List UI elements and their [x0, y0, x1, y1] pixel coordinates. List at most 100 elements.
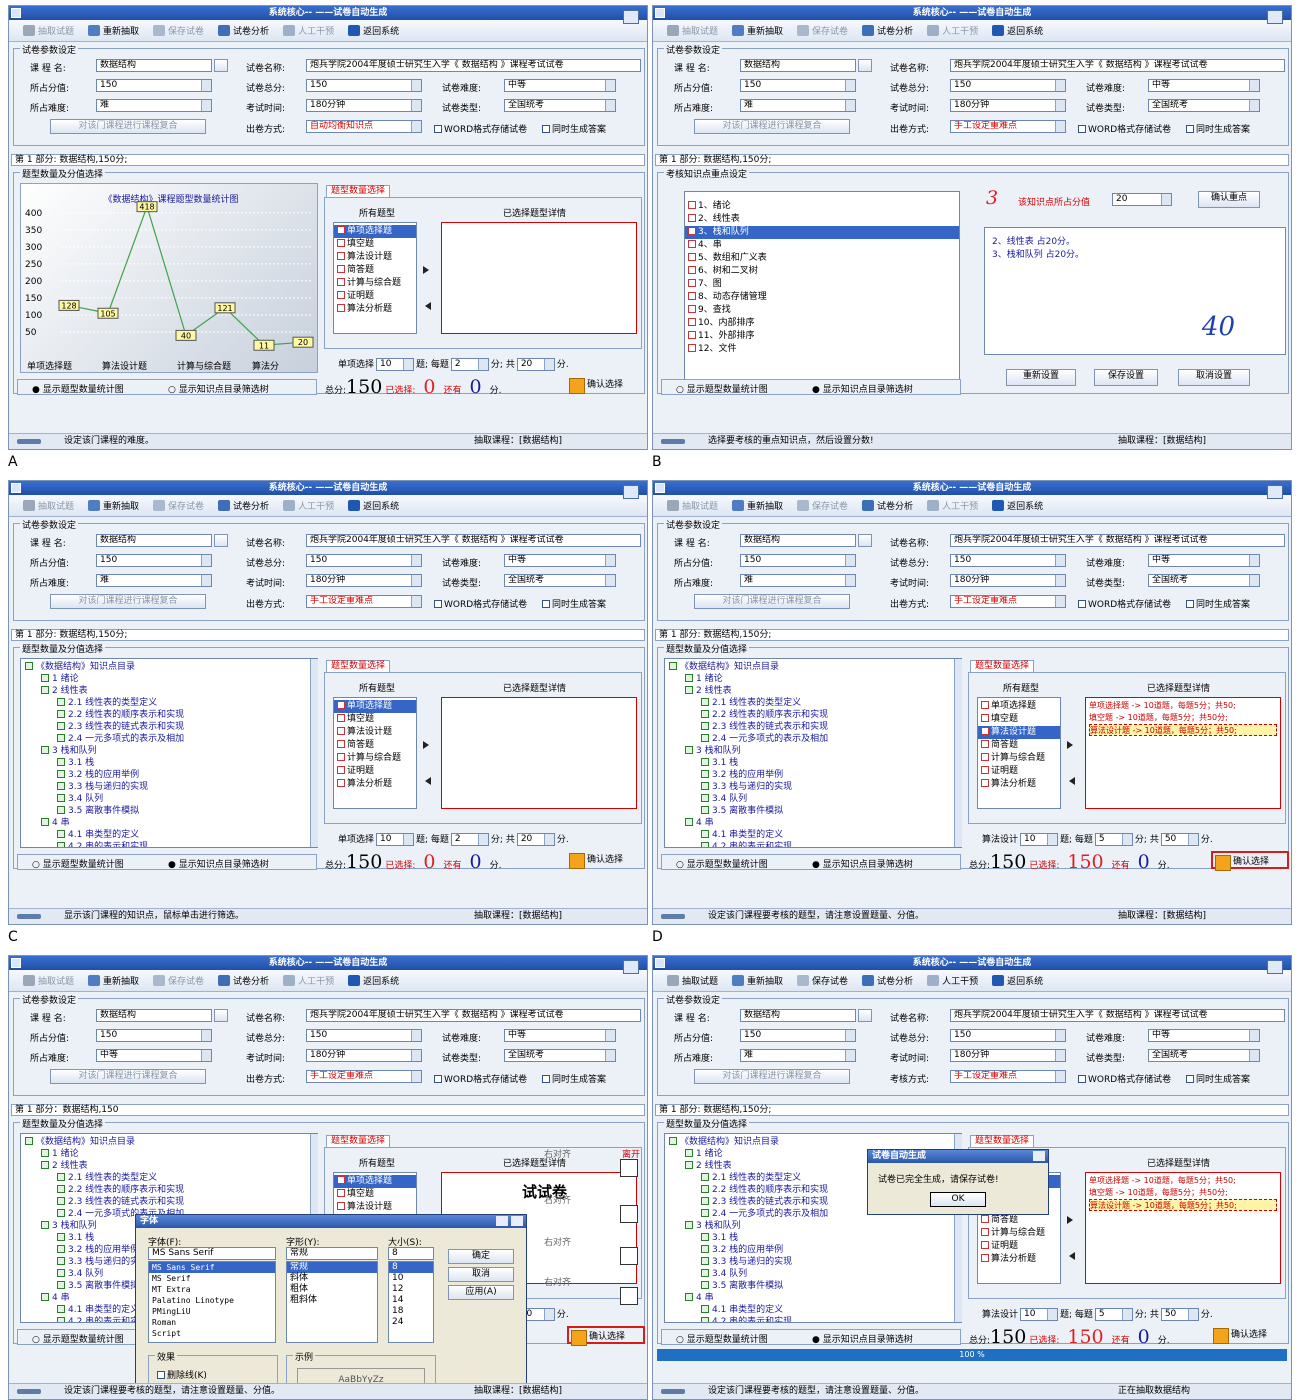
align-icon[interactable] [620, 1205, 638, 1223]
checkbox-icon[interactable] [981, 753, 989, 761]
checkbox-icon[interactable] [337, 304, 345, 312]
align-icon[interactable] [620, 1159, 638, 1177]
add-arrow-icon[interactable] [1067, 1216, 1075, 1224]
tree-node[interactable]: 4.2 串的表示和实现 [25, 841, 313, 847]
time-field-dropdown-icon[interactable] [1055, 100, 1065, 111]
kp-reset-button[interactable]: 重新设置 [1006, 369, 1076, 386]
spinner-icon[interactable] [477, 359, 488, 370]
checkbox-icon[interactable] [57, 1305, 65, 1313]
spinner-icon[interactable] [1121, 1309, 1132, 1320]
checkbox-icon[interactable] [337, 252, 345, 260]
tree-node[interactable]: 2.1 线性表的类型定义 [25, 1172, 313, 1184]
score-field[interactable]: 150 [96, 554, 212, 567]
strike-checkbox[interactable]: 删除线(K) [157, 1368, 207, 1381]
size-list[interactable]: 8 10 12 14 18 24 [388, 1261, 434, 1343]
checkbox-icon[interactable] [701, 758, 709, 766]
confirm-selection-button[interactable]: 确认选择 [567, 1326, 645, 1346]
radio-tree[interactable]: ● 显示知识点目录筛选树 [812, 857, 913, 870]
checkbox-icon[interactable] [685, 1149, 693, 1157]
kp-cancel-button[interactable]: 取消设置 [1178, 369, 1250, 386]
method-field[interactable]: 手工设定重难点 [306, 595, 422, 608]
count-field[interactable]: 10 [376, 833, 415, 846]
total-field[interactable]: 150 [950, 554, 1066, 567]
qtype-item[interactable]: 算法设计题 [978, 726, 1060, 739]
difficulty-field[interactable]: 中等 [504, 1029, 616, 1042]
checkbox-icon[interactable] [57, 722, 65, 730]
radio-icon[interactable]: ● [812, 385, 820, 395]
analysis-button[interactable]: 试卷分析 [212, 497, 275, 515]
checkbox-icon[interactable] [41, 1161, 49, 1169]
checkbox-icon[interactable] [981, 727, 989, 735]
checkbox-icon[interactable] [688, 227, 696, 235]
extract-button[interactable]: 抽取试题 [661, 972, 724, 990]
save-paper-button[interactable]: 保存试卷 [791, 497, 854, 515]
method-field-dropdown-icon[interactable] [1055, 1071, 1065, 1082]
type-field[interactable]: 全国统考 [1148, 99, 1260, 112]
tree-node[interactable]: 3.4 队列 [669, 793, 957, 805]
checkbox-icon[interactable] [1186, 600, 1194, 608]
spinner-icon[interactable] [543, 834, 554, 845]
word-checkbox[interactable]: WORD格式存储试卷 [434, 122, 527, 135]
manual-button[interactable]: 人工干预 [921, 972, 984, 990]
difficulty-field[interactable]: 中等 [504, 554, 616, 567]
checkbox-icon[interactable] [57, 758, 65, 766]
kp-item[interactable]: 2、线性表 [685, 213, 959, 226]
tree-node[interactable]: 《数据结构》知识点目录 [669, 1136, 957, 1148]
difficulty-field[interactable]: 中等 [1148, 1029, 1260, 1042]
checkbox-icon[interactable] [157, 1371, 165, 1379]
kp-item[interactable]: 11、外部排序 [685, 330, 959, 343]
manual-button[interactable]: 人工干预 [921, 22, 984, 40]
qtype-item[interactable]: 证明题 [978, 765, 1060, 778]
paper-name-field[interactable]: 炮兵学院2004年度硕士研究生入学《 数据结构 》课程考试试卷 [950, 1009, 1285, 1022]
tree-node[interactable]: 2.4 一元多项式的表示及相加 [25, 733, 313, 745]
total-field-dropdown-icon[interactable] [411, 80, 421, 91]
back-button[interactable]: 返回系统 [342, 497, 405, 515]
reextract-button[interactable]: 重新抽取 [82, 22, 145, 40]
tree-node[interactable]: 4 串 [25, 817, 313, 829]
tree-node[interactable]: 4.1 串类型的定义 [669, 1304, 957, 1316]
extract-button[interactable]: 抽取试题 [661, 497, 724, 515]
radio-tree[interactable]: ● 显示知识点目录筛选树 [812, 382, 913, 395]
checkbox-icon[interactable] [701, 1245, 709, 1253]
kp-score-field[interactable]: 20 [1112, 193, 1172, 206]
course-diff-field-dropdown-icon[interactable] [201, 100, 211, 111]
manual-button[interactable]: 人工干预 [277, 497, 340, 515]
qtype-item[interactable]: 填空题 [334, 713, 416, 726]
checkbox-icon[interactable] [685, 1161, 693, 1169]
spinner-icon[interactable] [403, 359, 414, 370]
qtype-item[interactable]: 算法分析题 [978, 778, 1060, 791]
total-field-dropdown-icon[interactable] [1055, 80, 1065, 91]
qtype-item[interactable]: 简答题 [334, 739, 416, 752]
checkbox-icon[interactable] [57, 1197, 65, 1205]
answer-checkbox[interactable]: 同时生成答案 [1186, 122, 1250, 135]
qtype-item[interactable]: 证明题 [334, 290, 416, 303]
size-option[interactable]: 14 [389, 1295, 433, 1306]
checkbox-icon[interactable] [1078, 1075, 1086, 1083]
size-option[interactable]: 24 [389, 1317, 433, 1328]
score-field[interactable]: 150 [740, 554, 856, 567]
add-arrow-icon[interactable] [1067, 741, 1075, 749]
radio-icon[interactable]: ○ [32, 860, 40, 870]
checkbox-icon[interactable] [434, 125, 442, 133]
method-field[interactable]: 自动均衡知识点 [306, 120, 422, 133]
tree-node[interactable]: 3.3 栈与递归的实现 [25, 781, 313, 793]
remove-arrow-icon[interactable] [423, 302, 431, 310]
tree-node[interactable]: 2.2 线性表的顺序表示和实现 [669, 709, 957, 721]
per-score-field[interactable]: 5 [1094, 1308, 1133, 1321]
review-button[interactable]: 对该门课程进行课程复合 [694, 594, 850, 609]
total-field-dropdown-icon[interactable] [1055, 555, 1065, 566]
score-field-dropdown-icon[interactable] [201, 555, 211, 566]
font-ok-button[interactable]: 确定 [448, 1249, 514, 1264]
checkbox-icon[interactable] [688, 279, 696, 287]
checkbox-icon[interactable] [701, 770, 709, 778]
course-field[interactable]: 数据结构 [740, 534, 856, 547]
paper-name-field[interactable]: 炮兵学院2004年度硕士研究生入学《 数据结构 》课程考试试卷 [306, 1009, 641, 1022]
time-field[interactable]: 180分钟 [306, 574, 422, 587]
analysis-button[interactable]: 试卷分析 [856, 497, 919, 515]
checkbox-icon[interactable] [981, 714, 989, 722]
course-diff-field[interactable]: 难 [740, 1049, 856, 1062]
total-score-field[interactable]: 50 [1160, 833, 1199, 846]
checkbox-icon[interactable] [685, 746, 693, 754]
radio-chart[interactable]: ● 显示题型数量统计图 [32, 382, 124, 395]
checkbox-icon[interactable] [337, 714, 345, 722]
